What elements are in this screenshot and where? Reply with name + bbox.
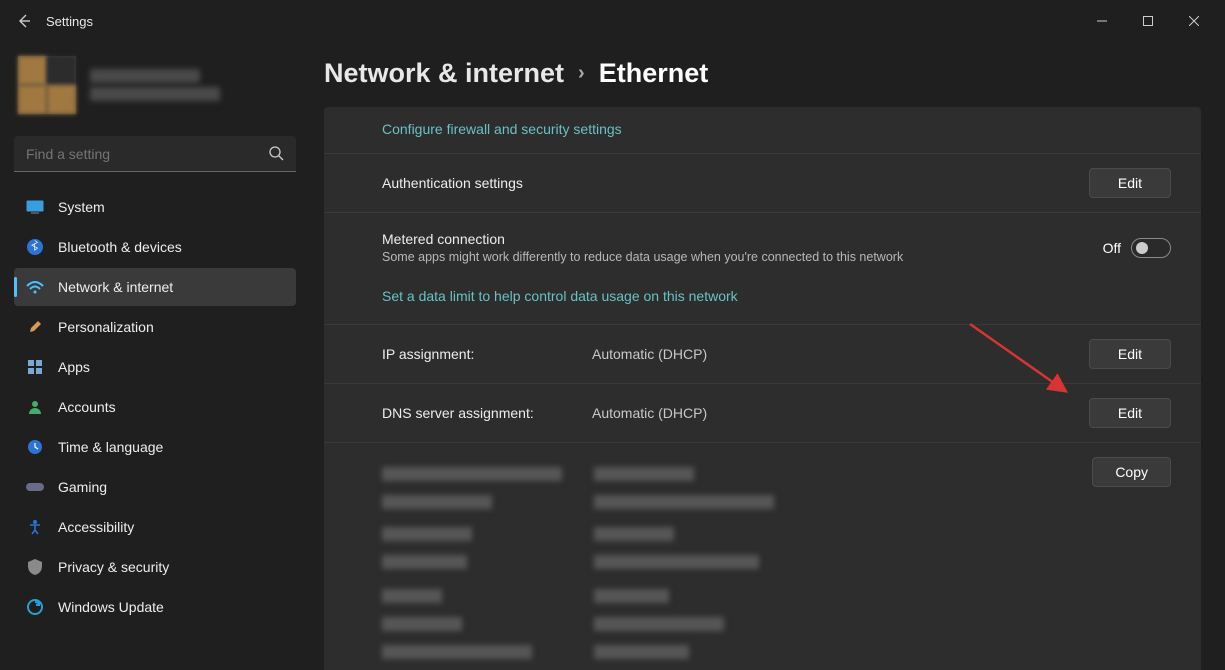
network-details-row: Copy [324,443,1201,670]
sidebar-nav: System Bluetooth & devices Network & int… [14,188,296,626]
metered-label: Metered connection [382,231,1103,247]
breadcrumb: Network & internet › Ethernet [324,58,1201,89]
minimize-button[interactable] [1079,5,1125,37]
dns-assignment-row: DNS server assignment: Automatic (DHCP) … [324,384,1201,443]
ip-assignment-edit-button[interactable]: Edit [1089,339,1171,369]
breadcrumb-parent[interactable]: Network & internet [324,58,564,89]
dns-assignment-edit-button[interactable]: Edit [1089,398,1171,428]
authentication-edit-button[interactable]: Edit [1089,168,1171,198]
sidebar-item-label: Apps [58,359,90,375]
dns-assignment-value: Automatic (DHCP) [592,405,707,421]
close-button[interactable] [1171,5,1217,37]
brush-icon [26,318,44,336]
sidebar-item-accounts[interactable]: Accounts [14,388,296,426]
network-icon [26,278,44,296]
sidebar-item-windows-update[interactable]: Windows Update [14,588,296,626]
sidebar-item-label: Bluetooth & devices [58,239,182,255]
back-arrow-icon [16,13,32,29]
maximize-button[interactable] [1125,5,1171,37]
search-box[interactable] [14,136,296,172]
avatar [18,56,76,114]
page-title: Ethernet [599,58,709,89]
system-icon [26,198,44,216]
settings-panel: Configure firewall and security settings… [324,107,1201,670]
firewall-settings-link[interactable]: Configure firewall and security settings [382,121,622,137]
metered-toggle[interactable]: Off [1103,238,1171,258]
ip-assignment-label: IP assignment: [382,346,592,362]
sidebar-item-personalization[interactable]: Personalization [14,308,296,346]
sidebar-item-label: Privacy & security [58,559,169,575]
sidebar-item-bluetooth[interactable]: Bluetooth & devices [14,228,296,266]
sidebar-item-label: Gaming [58,479,107,495]
apps-icon [26,358,44,376]
authentication-label: Authentication settings [382,175,1089,191]
sidebar-item-time-language[interactable]: Time & language [14,428,296,466]
user-info [90,65,220,105]
bluetooth-icon [26,238,44,256]
clock-icon [26,438,44,456]
accessibility-icon [26,518,44,536]
window-controls [1079,5,1217,37]
copy-button[interactable]: Copy [1092,457,1171,487]
sidebar-item-label: Time & language [58,439,163,455]
user-card[interactable] [18,56,296,114]
title-bar: Settings [0,0,1225,42]
toggle-state-label: Off [1103,240,1121,256]
sidebar-item-privacy[interactable]: Privacy & security [14,548,296,586]
sidebar-item-label: Accounts [58,399,116,415]
data-limit-link[interactable]: Set a data limit to help control data us… [382,288,738,304]
gaming-icon [26,478,44,496]
update-icon [26,598,44,616]
firewall-link-row: Configure firewall and security settings [324,107,1201,154]
dns-assignment-label: DNS server assignment: [382,405,592,421]
sidebar-item-label: Personalization [58,319,154,335]
sidebar-item-label: Network & internet [58,279,173,295]
sidebar-item-apps[interactable]: Apps [14,348,296,386]
sidebar-item-label: Windows Update [58,599,164,615]
window-title: Settings [46,14,93,29]
sidebar-item-accessibility[interactable]: Accessibility [14,508,296,546]
sidebar-item-label: System [58,199,105,215]
shield-icon [26,558,44,576]
chevron-right-icon: › [578,62,585,85]
sidebar-item-system[interactable]: System [14,188,296,226]
sidebar-item-network[interactable]: Network & internet [14,268,296,306]
ip-assignment-value: Automatic (DHCP) [592,346,707,362]
search-icon [268,145,284,161]
metered-description: Some apps might work differently to redu… [382,250,1103,264]
sidebar-item-gaming[interactable]: Gaming [14,468,296,506]
content-area: Network & internet › Ethernet Configure … [310,42,1225,670]
sidebar: System Bluetooth & devices Network & int… [0,42,310,670]
back-button[interactable] [8,5,40,37]
metered-connection-row: Metered connection Some apps might work … [324,213,1201,325]
toggle-switch[interactable] [1131,238,1171,258]
search-input[interactable] [14,136,296,172]
authentication-row: Authentication settings Edit [324,154,1201,213]
network-details-redacted [382,457,1092,669]
sidebar-item-label: Accessibility [58,519,134,535]
ip-assignment-row: IP assignment: Automatic (DHCP) Edit [324,325,1201,384]
account-icon [26,398,44,416]
